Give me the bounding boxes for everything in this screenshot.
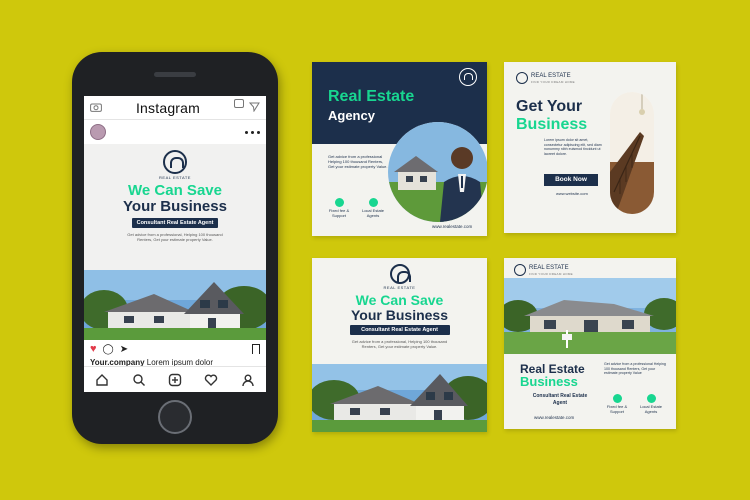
camera-icon[interactable] (90, 99, 102, 117)
agent-photo (388, 122, 487, 222)
consultant-url[interactable]: www.realestate.com (534, 415, 574, 420)
feature-fixed-fee: Fixed fee & Support (326, 198, 352, 219)
save-headline-1: We Can Save (355, 292, 444, 308)
support-icon (334, 198, 344, 207)
app-title: Instagram (135, 99, 201, 116)
igtv-icon[interactable] (234, 98, 244, 108)
house-photo (84, 270, 266, 340)
house-logo-icon (389, 264, 411, 284)
consultant-pill: Consultant Real Estate Agent (349, 325, 450, 336)
post-image[interactable]: REAL ESTATE We Can Save Your Business Co… (84, 144, 266, 340)
save-headline-2: Your Business (351, 306, 448, 323)
business-title-2: Business (516, 116, 588, 133)
heart-icon[interactable] (204, 373, 218, 387)
avatar[interactable] (90, 124, 106, 140)
agency-url[interactable]: www.realestate.com (432, 224, 472, 229)
house-logo-icon (516, 72, 528, 84)
more-options-icon[interactable] (245, 130, 260, 134)
agency-title-1: Real Estate (328, 88, 415, 105)
instagram-top-bar: Instagram (84, 96, 266, 120)
agency-body: Get advice from a professional Helping 1… (328, 154, 388, 170)
business-title-1: Get Your (516, 98, 583, 115)
consultant-subtitle: Consultant Real Estate Agent (532, 393, 588, 406)
phone-home-button[interactable] (158, 400, 192, 434)
like-heart-icon[interactable]: ♥ (90, 343, 97, 355)
business-body: Lorem ipsum dolor sit amet, consectetur … (544, 138, 602, 157)
house-photo (312, 364, 487, 432)
house-photo (504, 278, 676, 354)
house-logo-icon (514, 264, 526, 276)
consultant-pill: Consultant Real Estate Agent (132, 217, 218, 228)
post-header (84, 120, 266, 144)
consultant-body: Get advice from a professional Helping 1… (604, 362, 666, 376)
brand-name: REAL ESTATE (531, 73, 571, 79)
card-get-your-business: REAL ESTATE FIND YOUR DREAM HOME Get You… (504, 62, 676, 233)
support-icon (612, 394, 622, 403)
agency-title-2: Agency (328, 108, 375, 123)
share-icon[interactable]: ➤ (120, 344, 128, 355)
bookmark-icon[interactable] (252, 344, 260, 354)
consultant-title-2: Business (520, 374, 578, 389)
add-post-icon[interactable] (168, 373, 182, 387)
top-bar-icons (234, 98, 260, 117)
house-logo-icon (459, 68, 477, 86)
card-we-can-save: REAL ESTATE We Can Save Your Business Co… (312, 258, 487, 432)
brand-tagline: FIND YOUR DREAM HOME (529, 272, 573, 276)
brand-tagline: FIND YOUR DREAM HOME (531, 80, 575, 84)
business-url[interactable]: www.website.com (556, 191, 588, 196)
logo-caption: REAL ESTATE (159, 175, 191, 180)
instagram-bottom-nav (84, 366, 266, 392)
post-actions: ♥ ◯ ➤ (84, 340, 266, 358)
post-body-1: Get advice from a professional, Helping … (127, 231, 223, 237)
logo-caption: REAL ESTATE (383, 285, 416, 290)
comment-icon[interactable]: ◯ (103, 344, 114, 355)
phone-mockup: Instagram REAL ESTATE We Can Save Your B… (72, 52, 278, 444)
location-icon (368, 198, 378, 207)
location-icon (646, 394, 656, 403)
feature-fixed-fee: Fixed fee & Support (604, 394, 630, 415)
phone-screen: Instagram REAL ESTATE We Can Save Your B… (84, 96, 266, 392)
search-icon[interactable] (132, 373, 146, 387)
feature-local-agents: Local Estate Agents (638, 394, 664, 415)
profile-icon[interactable] (241, 373, 255, 387)
direct-message-icon[interactable] (248, 99, 260, 117)
book-now-button[interactable]: Book Now (544, 174, 598, 186)
save-body-2: Renters, Get your estimate property Valu… (361, 344, 438, 350)
card-real-estate-business: REAL ESTATE FIND YOUR DREAM HOME Real Es… (504, 258, 676, 429)
house-logo-icon (163, 150, 187, 174)
post-body-2: Renters, Get your estimate property Valu… (137, 236, 213, 242)
post-headline-2: Your Business (123, 197, 227, 215)
feature-local-agents: Local Estate Agents (360, 198, 386, 219)
home-icon[interactable] (95, 373, 109, 387)
brand-name: REAL ESTATE (529, 265, 569, 271)
phone-speaker (154, 72, 196, 77)
post-headline-1: We Can Save (128, 182, 222, 199)
interior-photo (610, 92, 654, 214)
card-real-estate-agency: Real Estate Agency Get advice from a pro… (312, 62, 487, 236)
